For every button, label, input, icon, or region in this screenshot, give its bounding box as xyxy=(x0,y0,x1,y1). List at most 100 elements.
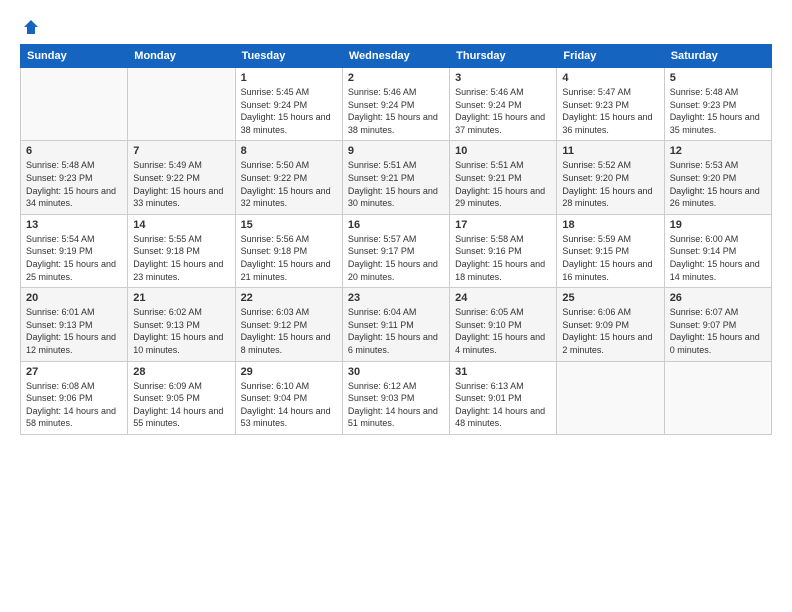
day-info: Sunrise: 6:01 AMSunset: 9:13 PMDaylight:… xyxy=(26,306,122,356)
calendar-cell: 3 Sunrise: 5:46 AMSunset: 9:24 PMDaylight… xyxy=(450,68,557,141)
calendar-cell: 1 Sunrise: 5:45 AMSunset: 9:24 PMDaylight… xyxy=(235,68,342,141)
weekday-header-thursday: Thursday xyxy=(450,45,557,68)
day-number: 13 xyxy=(26,219,122,231)
day-info: Sunrise: 5:45 AMSunset: 9:24 PMDaylight:… xyxy=(241,86,337,136)
day-info: Sunrise: 6:13 AMSunset: 9:01 PMDaylight:… xyxy=(455,380,551,430)
header xyxy=(20,18,772,34)
calendar-cell: 19 Sunrise: 6:00 AMSunset: 9:14 PMDayligh… xyxy=(664,214,771,287)
calendar-cell: 6 Sunrise: 5:48 AMSunset: 9:23 PMDaylight… xyxy=(21,141,128,214)
calendar-week-row: 27Sunrise: 6:08 AMSunset: 9:06 PMDayligh… xyxy=(21,361,772,434)
day-info: Sunrise: 6:00 AMSunset: 9:14 PMDaylight:… xyxy=(670,233,766,283)
calendar-cell: 17Sunrise: 5:58 AMSunset: 9:16 PMDayligh… xyxy=(450,214,557,287)
calendar-cell xyxy=(128,68,235,141)
day-info: Sunrise: 6:06 AMSunset: 9:09 PMDaylight:… xyxy=(562,306,658,356)
calendar-cell: 2 Sunrise: 5:46 AMSunset: 9:24 PMDaylight… xyxy=(342,68,449,141)
calendar-cell: 18 Sunrise: 5:59 AMSunset: 9:15 PMDayligh… xyxy=(557,214,664,287)
calendar-cell: 14 Sunrise: 5:55 AMSunset: 9:18 PMDayligh… xyxy=(128,214,235,287)
calendar-cell: 23 Sunrise: 6:04 AMSunset: 9:11 PMDayligh… xyxy=(342,288,449,361)
weekday-header-monday: Monday xyxy=(128,45,235,68)
day-number: 7 xyxy=(133,145,229,157)
day-info: Sunrise: 5:55 AMSunset: 9:18 PMDaylight:… xyxy=(133,233,229,283)
day-info: Sunrise: 5:46 AMSunset: 9:24 PMDaylight:… xyxy=(455,86,551,136)
day-number: 19 xyxy=(670,219,766,231)
day-number: 10 xyxy=(455,145,551,157)
calendar: SundayMondayTuesdayWednesdayThursdayFrid… xyxy=(20,44,772,435)
weekday-header-sunday: Sunday xyxy=(21,45,128,68)
calendar-cell: 28Sunrise: 6:09 AMSunset: 9:05 PMDayligh… xyxy=(128,361,235,434)
calendar-cell: 31Sunrise: 6:13 AMSunset: 9:01 PMDayligh… xyxy=(450,361,557,434)
day-info: Sunrise: 5:47 AMSunset: 9:23 PMDaylight:… xyxy=(562,86,658,136)
day-number: 25 xyxy=(562,292,658,304)
calendar-cell: 20 Sunrise: 6:01 AMSunset: 9:13 PMDayligh… xyxy=(21,288,128,361)
day-info: Sunrise: 6:03 AMSunset: 9:12 PMDaylight:… xyxy=(241,306,337,356)
day-info: Sunrise: 6:02 AMSunset: 9:13 PMDaylight:… xyxy=(133,306,229,356)
day-info: Sunrise: 5:49 AMSunset: 9:22 PMDaylight:… xyxy=(133,159,229,209)
day-number: 29 xyxy=(241,366,337,378)
day-info: Sunrise: 6:12 AMSunset: 9:03 PMDaylight:… xyxy=(348,380,444,430)
calendar-cell: 10 Sunrise: 5:51 AMSunset: 9:21 PMDayligh… xyxy=(450,141,557,214)
day-info: Sunrise: 5:58 AMSunset: 9:16 PMDaylight:… xyxy=(455,233,551,283)
day-number: 3 xyxy=(455,72,551,84)
day-number: 12 xyxy=(670,145,766,157)
logo-icon xyxy=(22,18,40,36)
day-number: 4 xyxy=(562,72,658,84)
day-info: Sunrise: 5:52 AMSunset: 9:20 PMDaylight:… xyxy=(562,159,658,209)
day-number: 9 xyxy=(348,145,444,157)
calendar-cell: 13 Sunrise: 5:54 AMSunset: 9:19 PMDayligh… xyxy=(21,214,128,287)
day-number: 14 xyxy=(133,219,229,231)
day-info: Sunrise: 5:53 AMSunset: 9:20 PMDaylight:… xyxy=(670,159,766,209)
day-info: Sunrise: 5:54 AMSunset: 9:19 PMDaylight:… xyxy=(26,233,122,283)
calendar-cell: 25 Sunrise: 6:06 AMSunset: 9:09 PMDayligh… xyxy=(557,288,664,361)
page: SundayMondayTuesdayWednesdayThursdayFrid… xyxy=(0,0,792,445)
day-info: Sunrise: 5:59 AMSunset: 9:15 PMDaylight:… xyxy=(562,233,658,283)
logo xyxy=(20,18,40,34)
day-info: Sunrise: 5:57 AMSunset: 9:17 PMDaylight:… xyxy=(348,233,444,283)
day-number: 16 xyxy=(348,219,444,231)
weekday-header-wednesday: Wednesday xyxy=(342,45,449,68)
day-number: 26 xyxy=(670,292,766,304)
day-number: 20 xyxy=(26,292,122,304)
day-info: Sunrise: 5:51 AMSunset: 9:21 PMDaylight:… xyxy=(455,159,551,209)
calendar-cell: 21Sunrise: 6:02 AMSunset: 9:13 PMDayligh… xyxy=(128,288,235,361)
day-info: Sunrise: 5:48 AMSunset: 9:23 PMDaylight:… xyxy=(670,86,766,136)
day-number: 2 xyxy=(348,72,444,84)
day-number: 15 xyxy=(241,219,337,231)
calendar-cell: 8Sunrise: 5:50 AMSunset: 9:22 PMDaylight… xyxy=(235,141,342,214)
calendar-cell: 27Sunrise: 6:08 AMSunset: 9:06 PMDayligh… xyxy=(21,361,128,434)
calendar-cell xyxy=(557,361,664,434)
day-number: 5 xyxy=(670,72,766,84)
day-info: Sunrise: 5:46 AMSunset: 9:24 PMDaylight:… xyxy=(348,86,444,136)
day-info: Sunrise: 6:05 AMSunset: 9:10 PMDaylight:… xyxy=(455,306,551,356)
calendar-cell: 15Sunrise: 5:56 AMSunset: 9:18 PMDayligh… xyxy=(235,214,342,287)
day-number: 30 xyxy=(348,366,444,378)
calendar-cell: 29 Sunrise: 6:10 AMSunset: 9:04 PMDayligh… xyxy=(235,361,342,434)
day-number: 6 xyxy=(26,145,122,157)
calendar-cell xyxy=(664,361,771,434)
weekday-header-saturday: Saturday xyxy=(664,45,771,68)
calendar-cell: 9 Sunrise: 5:51 AMSunset: 9:21 PMDaylight… xyxy=(342,141,449,214)
day-info: Sunrise: 6:07 AMSunset: 9:07 PMDaylight:… xyxy=(670,306,766,356)
day-number: 24 xyxy=(455,292,551,304)
calendar-cell: 5 Sunrise: 5:48 AMSunset: 9:23 PMDaylight… xyxy=(664,68,771,141)
day-number: 8 xyxy=(241,145,337,157)
day-number: 28 xyxy=(133,366,229,378)
calendar-cell xyxy=(21,68,128,141)
calendar-week-row: 1 Sunrise: 5:45 AMSunset: 9:24 PMDaylight… xyxy=(21,68,772,141)
calendar-cell: 4 Sunrise: 5:47 AMSunset: 9:23 PMDaylight… xyxy=(557,68,664,141)
weekday-header-row: SundayMondayTuesdayWednesdayThursdayFrid… xyxy=(21,45,772,68)
calendar-week-row: 20 Sunrise: 6:01 AMSunset: 9:13 PMDayligh… xyxy=(21,288,772,361)
day-number: 11 xyxy=(562,145,658,157)
calendar-cell: 24 Sunrise: 6:05 AMSunset: 9:10 PMDayligh… xyxy=(450,288,557,361)
day-info: Sunrise: 6:08 AMSunset: 9:06 PMDaylight:… xyxy=(26,380,122,430)
day-number: 22 xyxy=(241,292,337,304)
day-number: 18 xyxy=(562,219,658,231)
weekday-header-friday: Friday xyxy=(557,45,664,68)
day-info: Sunrise: 5:51 AMSunset: 9:21 PMDaylight:… xyxy=(348,159,444,209)
day-info: Sunrise: 6:04 AMSunset: 9:11 PMDaylight:… xyxy=(348,306,444,356)
day-number: 23 xyxy=(348,292,444,304)
calendar-cell: 26 Sunrise: 6:07 AMSunset: 9:07 PMDayligh… xyxy=(664,288,771,361)
day-info: Sunrise: 5:48 AMSunset: 9:23 PMDaylight:… xyxy=(26,159,122,209)
day-number: 1 xyxy=(241,72,337,84)
day-info: Sunrise: 6:10 AMSunset: 9:04 PMDaylight:… xyxy=(241,380,337,430)
calendar-cell: 11 Sunrise: 5:52 AMSunset: 9:20 PMDayligh… xyxy=(557,141,664,214)
